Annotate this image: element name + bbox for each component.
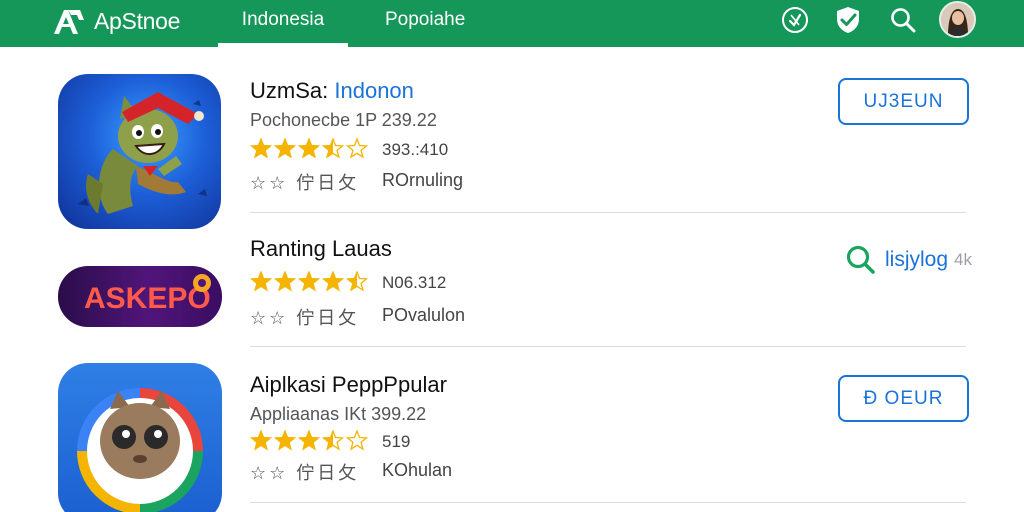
- active-tab-indicator: [218, 43, 348, 47]
- banner-text: ASKEPO: [84, 282, 211, 315]
- star-icon: [345, 430, 368, 451]
- star-icon: [273, 430, 297, 451]
- meta-icons: ☆☆ 佇日攵: [250, 308, 360, 328]
- tag-icon[interactable]: [779, 4, 811, 36]
- search-app-suffix: 4k: [954, 250, 972, 269]
- star-icon: [345, 271, 368, 292]
- app-title-text: UzmSa:: [250, 78, 329, 103]
- star-icon: [321, 430, 345, 451]
- row-divider: [250, 212, 966, 213]
- app-category: KOhulan: [382, 460, 453, 480]
- install-button[interactable]: UJ3EUN: [838, 78, 969, 125]
- app-title[interactable]: Aiplkasi PeppPpular: [250, 372, 447, 398]
- star-icon: [250, 271, 273, 292]
- app-title-accent: Indonon: [334, 78, 414, 103]
- tab-popular[interactable]: Popoiahe: [385, 0, 465, 47]
- tab-popular-label: Popoiahe: [385, 9, 466, 30]
- askepo-logo-icon[interactable]: ASKEPO: [58, 266, 222, 327]
- store-logo-icon: [54, 10, 84, 34]
- star-icon: [273, 271, 297, 292]
- list-item[interactable]: Aiplkasi PeppPpular Appliaanas IKt 399.2…: [0, 347, 1024, 512]
- cat-jester-game-icon[interactable]: [58, 74, 221, 229]
- app-category: POvalulon: [382, 305, 466, 325]
- star-icon: [321, 271, 345, 292]
- shield-check-icon[interactable]: [832, 4, 864, 36]
- install-button[interactable]: Đ OEUR: [838, 375, 969, 422]
- brand-home-link[interactable]: ApStnoe: [50, 5, 180, 37]
- rating-count: 393.:410: [382, 140, 449, 159]
- rating-count: N06.312: [382, 273, 447, 292]
- app-title[interactable]: UzmSa: Indonon: [250, 78, 414, 104]
- tab-indonesia-label: Indonesia: [241, 9, 325, 30]
- rating-count: 519: [382, 432, 411, 451]
- search-icon[interactable]: [887, 4, 919, 36]
- list-item[interactable]: UzmSa: Indonon Pochonecbe 1P 239.22 393.…: [0, 65, 1024, 229]
- app-subtitle: Appliaanas IKt 399.22: [250, 404, 427, 424]
- list-item[interactable]: ASKEPO Ranting Lauas N06.312 ☆☆ 佇日攵 POva…: [0, 215, 1024, 347]
- search-icon: [846, 245, 875, 274]
- star-icon: [273, 138, 297, 159]
- star-icon: [345, 138, 368, 159]
- app-category: ROrnuling: [382, 170, 464, 190]
- app-title[interactable]: Ranting Lauas: [250, 236, 392, 262]
- star-rating: [250, 138, 368, 159]
- user-avatar[interactable]: [939, 1, 976, 38]
- star-icon: [321, 138, 345, 159]
- star-rating: [250, 271, 368, 292]
- star-icon: [250, 430, 273, 451]
- top-app-bar: ApStnoe Indonesia Popoiahe: [0, 0, 1024, 47]
- star-icon: [297, 430, 321, 451]
- star-icon: [297, 138, 321, 159]
- meta-icons: ☆☆ 佇日攵: [250, 173, 360, 193]
- app-subtitle: Pochonecbe 1P 239.22: [250, 110, 437, 130]
- brand-name: ApStnoe: [94, 7, 181, 34]
- search-app-label: lisjylog: [885, 248, 949, 271]
- star-icon: [250, 138, 273, 159]
- star-rating: [250, 430, 368, 451]
- row-divider: [250, 502, 966, 503]
- owl-mascot-icon[interactable]: [58, 363, 222, 512]
- search-app-button[interactable]: lisjylog 4k: [845, 242, 972, 278]
- star-icon: [297, 271, 321, 292]
- tab-indonesia[interactable]: Indonesia: [218, 0, 348, 47]
- meta-icons: ☆☆ 佇日攵: [250, 463, 360, 483]
